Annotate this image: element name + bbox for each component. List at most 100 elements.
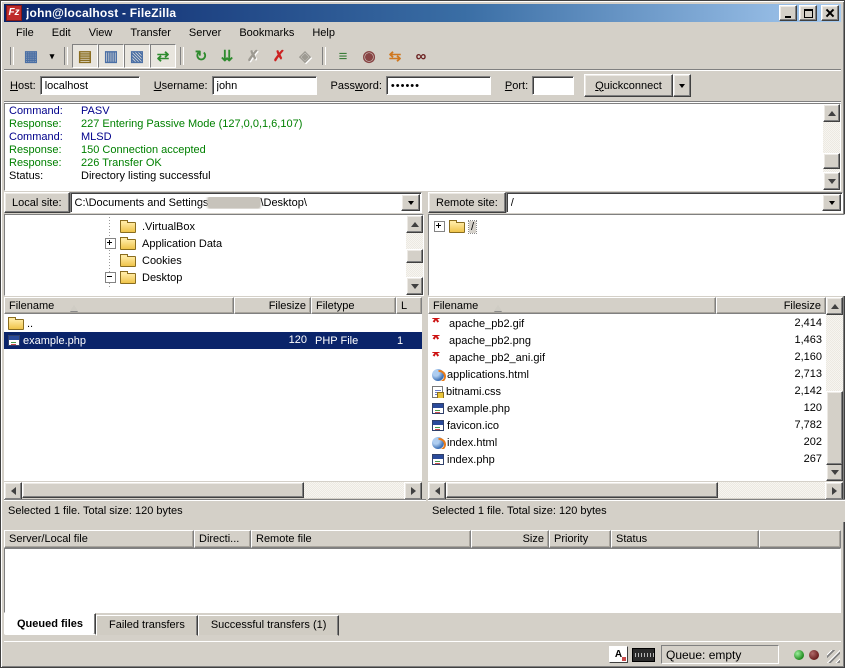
tree-item[interactable]: Desktop	[5, 269, 406, 286]
username-input[interactable]	[212, 76, 317, 95]
scroll-thumb[interactable]	[22, 482, 304, 498]
file-row[interactable]: index.html 202	[428, 434, 826, 451]
file-row[interactable]: favicon.ico 7,782	[428, 417, 826, 434]
file-row[interactable]: example.php 120	[428, 400, 826, 417]
column-header[interactable]: Filesize	[716, 297, 826, 314]
queue-tab[interactable]: Failed transfers	[96, 615, 198, 636]
queue-tab[interactable]: Queued files	[4, 613, 96, 635]
remote-selection-status: Selected 1 file. Total size: 120 bytes	[428, 499, 845, 522]
tree-item[interactable]: .VirtualBox	[5, 218, 406, 235]
scroll-down-button[interactable]	[823, 172, 840, 190]
file-row[interactable]: apache_pb2.gif 2,414	[428, 315, 826, 332]
local-tree-scrollbar[interactable]	[406, 215, 423, 295]
scroll-thumb[interactable]	[406, 249, 423, 263]
file-row[interactable]: bitnami.css 2,142	[428, 383, 826, 400]
scroll-left-button[interactable]	[428, 482, 446, 500]
local-list-hscrollbar[interactable]	[4, 482, 422, 498]
menu-item[interactable]: File	[7, 25, 43, 41]
file-size: 2,713	[716, 366, 826, 383]
menu-item[interactable]: Server	[180, 25, 230, 41]
queue-column-header[interactable]	[759, 530, 841, 548]
local-site-combobox[interactable]: C:\Documents and Settings\Desktop\	[70, 192, 422, 213]
column-header[interactable]: Filetype	[311, 297, 396, 314]
log-line-text: 227 Entering Passive Mode (127,0,0,1,6,1…	[81, 118, 302, 131]
quickconnect-button[interactable]: Quickconnect	[584, 74, 673, 97]
menu-item[interactable]: Transfer	[121, 25, 180, 41]
tree-item[interactable]: Application Data	[5, 235, 406, 252]
password-input[interactable]	[386, 76, 491, 95]
maximize-button[interactable]	[799, 5, 817, 21]
scroll-thumb[interactable]	[823, 153, 840, 169]
tree-item[interactable]: /	[429, 218, 844, 235]
resize-grip[interactable]	[827, 650, 840, 663]
queue-column-header[interactable]: Priority	[549, 530, 611, 548]
scroll-up-button[interactable]	[826, 297, 843, 315]
sort-ascending-icon	[70, 301, 78, 311]
refresh-button[interactable]: ↻	[188, 44, 214, 68]
queue-list[interactable]	[4, 548, 841, 613]
queue-tab[interactable]: Successful transfers (1)	[198, 615, 340, 636]
column-header[interactable]: Filename	[4, 297, 234, 314]
menu-item[interactable]: Edit	[43, 25, 80, 41]
folder-icon	[120, 239, 136, 250]
scroll-thumb[interactable]	[446, 482, 718, 498]
column-header[interactable]: Filesize	[234, 297, 311, 314]
scroll-right-button[interactable]	[825, 482, 843, 500]
filter-button[interactable]: ≡	[330, 44, 356, 68]
cancel-operation-button[interactable]: ✗	[240, 44, 266, 68]
remote-site-dropdown[interactable]	[822, 194, 841, 211]
reconnect-button[interactable]: ◈	[292, 44, 318, 68]
directory-comparison-button[interactable]: ◉	[356, 44, 382, 68]
scroll-down-button[interactable]	[406, 277, 423, 295]
local-file-list: FilenameFilesizeFiletypeL .. example.php…	[4, 297, 422, 481]
quickconnect-dropdown[interactable]	[673, 74, 691, 97]
queue-column-header[interactable]: Directi...	[194, 530, 251, 548]
toggle-remote-treeview-button[interactable]: ▧	[124, 44, 150, 68]
toggle-message-log-button[interactable]: ▤	[72, 44, 98, 68]
menu-item[interactable]: Help	[303, 25, 344, 41]
queue-column-header[interactable]: Status	[611, 530, 759, 548]
remote-list-scrollbar[interactable]	[826, 297, 843, 481]
site-manager-button[interactable]: ▦	[18, 44, 44, 68]
queue-column-header[interactable]: Remote file	[251, 530, 471, 548]
triangle-right-icon	[832, 487, 841, 495]
toggle-local-treeview-button[interactable]: ▥	[98, 44, 124, 68]
local-site-dropdown[interactable]	[401, 194, 420, 211]
file-row[interactable]: applications.html 2,713	[428, 366, 826, 383]
tree-expander[interactable]	[434, 221, 445, 232]
column-header[interactable]: L	[396, 297, 422, 314]
scroll-up-button[interactable]	[823, 104, 840, 122]
queue-column-header[interactable]: Size	[471, 530, 549, 548]
find-files-button[interactable]: ∞	[408, 44, 434, 68]
toggle-transfer-queue-button[interactable]: ⇄	[150, 44, 176, 68]
process-queue-button[interactable]: ⇊	[214, 44, 240, 68]
close-button[interactable]	[821, 5, 839, 21]
menu-item[interactable]: View	[80, 25, 122, 41]
disconnect-button[interactable]: ✗	[266, 44, 292, 68]
host-input[interactable]	[40, 76, 140, 95]
site-manager-dropdown[interactable]: ▾	[44, 44, 60, 68]
synchronized-browsing-button[interactable]: ⇆	[382, 44, 408, 68]
scroll-right-button[interactable]	[404, 482, 422, 500]
tree-item[interactable]: Cookies	[5, 252, 406, 269]
scroll-left-button[interactable]	[4, 482, 22, 500]
tree-expander[interactable]	[105, 238, 116, 249]
minimize-button[interactable]	[779, 5, 797, 21]
scroll-down-button[interactable]	[826, 463, 843, 481]
scroll-up-button[interactable]	[406, 215, 423, 233]
tree-expander[interactable]	[105, 272, 116, 283]
log-scrollbar[interactable]	[823, 104, 840, 190]
file-row[interactable]: apache_pb2.png 1,463	[428, 332, 826, 349]
scroll-thumb[interactable]	[826, 391, 843, 465]
port-input[interactable]	[532, 76, 574, 95]
tree-item-label: Desktop	[140, 272, 184, 284]
column-header[interactable]: Filename	[428, 297, 716, 314]
remote-site-combobox[interactable]: /	[506, 192, 843, 213]
file-row[interactable]: index.php 267	[428, 451, 826, 468]
remote-list-hscrollbar[interactable]	[428, 482, 843, 498]
file-row[interactable]: ..	[4, 315, 422, 332]
file-row[interactable]: example.php 120 PHP File 1	[4, 332, 422, 349]
queue-column-header[interactable]: Server/Local file	[4, 530, 194, 548]
file-row[interactable]: apache_pb2_ani.gif 2,160	[428, 349, 826, 366]
menu-item[interactable]: Bookmarks	[230, 25, 303, 41]
